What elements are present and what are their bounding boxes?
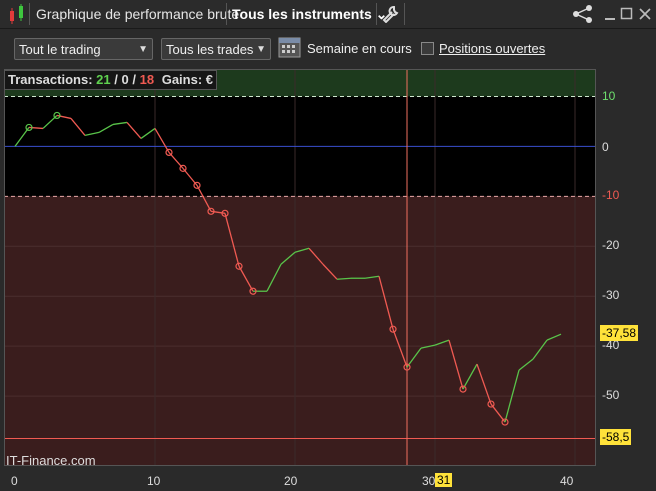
x-tick-label: 40 xyxy=(560,474,574,488)
positions-label[interactable]: Positions ouvertes xyxy=(439,41,545,56)
window-title: Graphique de performance brute xyxy=(36,6,240,22)
y-tick-label: 0 xyxy=(602,140,609,154)
chevron-down-icon: ▼ xyxy=(138,44,148,55)
y-tick-label: -30 xyxy=(602,288,620,302)
maximize-icon[interactable] xyxy=(620,7,634,21)
wins-count: 21 xyxy=(96,72,111,87)
zero-count: 0 xyxy=(121,72,129,87)
gains-label: Gains: € xyxy=(161,72,213,87)
losses-count: 18 xyxy=(139,72,155,87)
share-icon[interactable] xyxy=(572,4,594,24)
lower-zone-band xyxy=(4,196,596,466)
y-tick-label: -50 xyxy=(602,388,620,402)
filter-toolbar: Tout le trading ▼ Tous les trades ▼ Sema… xyxy=(0,29,656,69)
min-value-tag: -58,5 xyxy=(600,429,632,445)
separator xyxy=(29,3,30,25)
trades-select-value: Tous les trades xyxy=(166,42,254,57)
separator xyxy=(376,3,377,25)
y-tick-label: -20 xyxy=(602,238,620,252)
positions-checkbox[interactable] xyxy=(421,42,434,55)
candlestick-icon xyxy=(10,4,23,24)
period-label: Semaine en cours xyxy=(307,41,412,56)
count-separator: / xyxy=(114,72,118,87)
close-icon[interactable] xyxy=(638,7,652,21)
x-tick-label: 20 xyxy=(284,474,298,488)
watermark: IT-Finance.com xyxy=(6,453,96,468)
minimize-icon[interactable] xyxy=(603,8,617,22)
separator xyxy=(226,3,227,25)
crosshair-x-tag: 31 xyxy=(435,473,453,487)
y-tick-lower-level: -10 xyxy=(602,188,620,202)
trades-select[interactable]: Tous les trades ▼ xyxy=(161,38,271,60)
separator xyxy=(404,3,405,25)
performance-chart[interactable] xyxy=(4,69,596,466)
transactions-label: Transactions: xyxy=(8,72,93,87)
trading-select[interactable]: Tout le trading ▼ xyxy=(14,38,153,60)
instruments-dropdown[interactable]: Tous les instruments ⌄ xyxy=(232,6,387,23)
calendar-icon[interactable] xyxy=(278,35,302,59)
trading-select-value: Tout le trading xyxy=(19,42,101,57)
x-tick-label: 10 xyxy=(147,474,161,488)
x-tick-label: 0 xyxy=(11,474,18,488)
title-bar: Graphique de performance brute Tous les … xyxy=(0,0,656,29)
y-tick-upper-level: 10 xyxy=(602,89,616,103)
wrench-icon[interactable] xyxy=(382,5,400,23)
transactions-summary: Transactions: 21 / 0 / 18 Gains: € xyxy=(4,70,217,90)
current-value-tag: -37,58 xyxy=(600,325,639,341)
x-tick-label: 30 xyxy=(422,474,436,488)
chevron-down-icon: ▼ xyxy=(256,44,266,55)
count-separator: / xyxy=(132,72,136,87)
